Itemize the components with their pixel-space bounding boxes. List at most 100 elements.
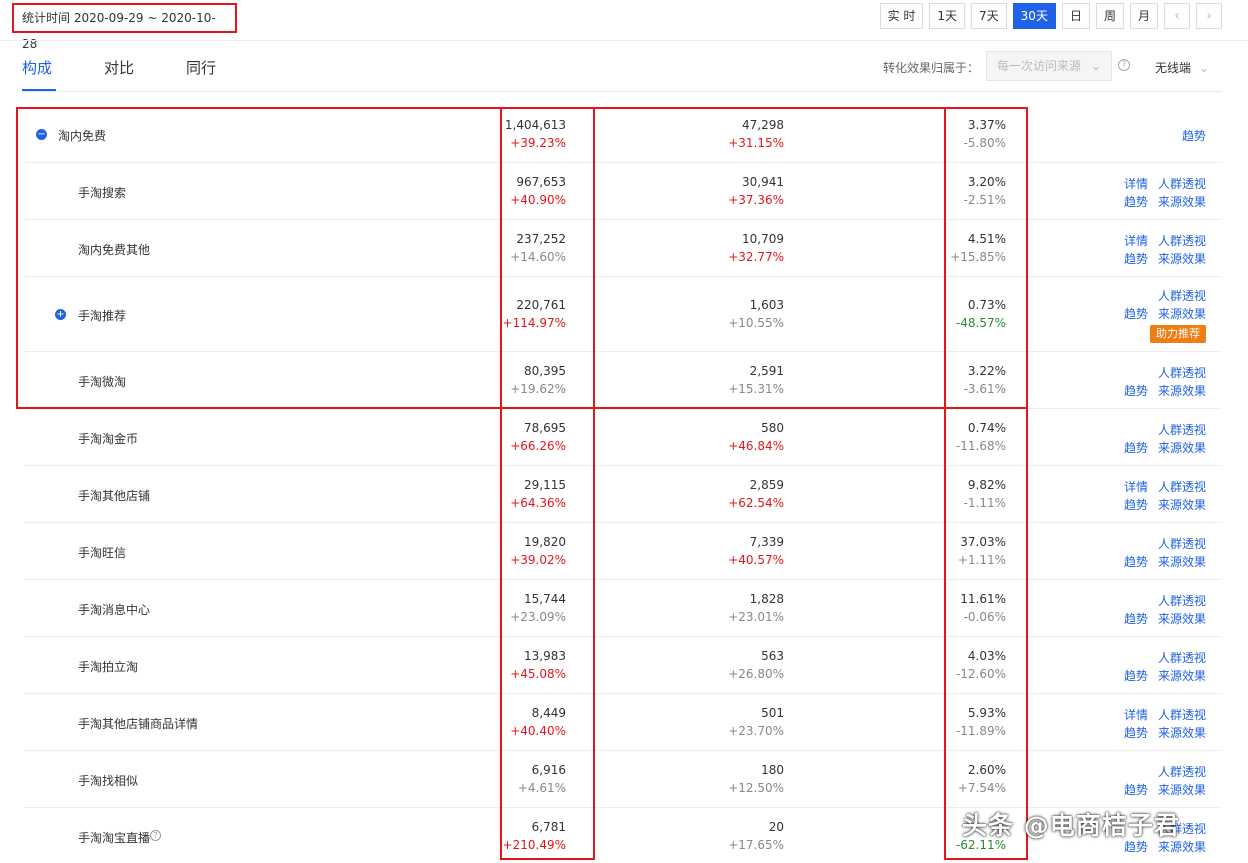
trend-link[interactable]: 趋势 xyxy=(1124,726,1148,740)
metric-change: +40.90% xyxy=(510,192,566,207)
expand-icon[interactable]: + xyxy=(55,308,66,320)
source-effect-link[interactable]: 来源效果 xyxy=(1158,384,1206,398)
metric-value: 2.60% xyxy=(967,762,1006,777)
table-row: 手淘搜索 967,653 +40.90% 30,941 +37.36% 3.20% -2.5… xyxy=(24,163,1222,220)
metric-change: +40.40% xyxy=(510,723,566,738)
source-name: 手淘旺信 xyxy=(78,545,127,560)
source-name: 手淘其他店铺 xyxy=(78,488,151,503)
row-actions: 详情 人群透视 趋势 来源效果 xyxy=(1106,175,1206,211)
metric-change: +23.70% xyxy=(728,723,784,738)
metric-value: 20 xyxy=(768,819,784,834)
metric-value: 80,395 xyxy=(524,363,566,378)
detail-link[interactable]: 详情 xyxy=(1124,708,1148,722)
period-selector: 实 时 1天 7天 30天 日 周 月 ‹ › xyxy=(879,3,1222,29)
row-actions: 详情 人群透视 趋势 来源效果 xyxy=(1106,232,1206,268)
metric-change: +17.65% xyxy=(728,837,784,852)
detail-link[interactable]: 详情 xyxy=(1124,234,1148,248)
audience-link[interactable]: 人群透视 xyxy=(1158,366,1206,380)
metric-change: +32.77% xyxy=(728,249,784,264)
metric-change: +39.02% xyxy=(510,552,566,567)
period-1day-button[interactable]: 1天 xyxy=(929,3,966,29)
metric-change: +46.84% xyxy=(728,438,784,453)
source-effect-link[interactable]: 来源效果 xyxy=(1158,307,1206,321)
metric-value: 3.20% xyxy=(967,174,1006,189)
tab-composition[interactable]: 构成 xyxy=(22,57,52,78)
trend-link[interactable]: 趋势 xyxy=(1124,783,1148,797)
metric-change: +39.23% xyxy=(510,135,566,150)
row-actions: 详情 人群透视 趋势 来源效果 xyxy=(1106,706,1206,742)
metric-change: +14.60% xyxy=(510,249,566,264)
chevron-left-icon[interactable]: ‹ xyxy=(1164,3,1190,29)
audience-link[interactable]: 人群透视 xyxy=(1158,177,1206,191)
date-range: 统计时间 2020-09-29 ~ 2020-10-28 xyxy=(12,3,237,51)
metric-change: +4.61% xyxy=(517,780,566,795)
period-week-button[interactable]: 周 xyxy=(1095,3,1124,29)
period-day-button[interactable]: 日 xyxy=(1061,3,1090,29)
metric-change: +26.80% xyxy=(728,666,784,681)
metric-value: 237,252 xyxy=(516,231,566,246)
table-row: 淘内免费其他 237,252 +14.60% 10,709 +32.77% 4.51% +1… xyxy=(24,220,1222,277)
source-name: 手淘淘金币 xyxy=(78,431,139,446)
metric-change: -2.51% xyxy=(963,192,1006,207)
tab-peers[interactable]: 同行 xyxy=(186,57,216,78)
metric-value: 78,695 xyxy=(524,420,566,435)
detail-link[interactable]: 详情 xyxy=(1124,480,1148,494)
audience-link[interactable]: 人群透视 xyxy=(1158,708,1206,722)
attribution-select[interactable]: 每一次访问来源 ⌄ xyxy=(986,51,1112,81)
metric-value: 9.82% xyxy=(967,477,1006,492)
period-realtime-button[interactable]: 实 时 xyxy=(879,3,924,29)
trend-link[interactable]: 趋势 xyxy=(1124,441,1148,455)
tab-compare[interactable]: 对比 xyxy=(104,57,134,78)
boost-tag[interactable]: 助力推荐 xyxy=(1150,325,1206,343)
trend-link[interactable]: 趋势 xyxy=(1124,555,1148,569)
audience-link[interactable]: 人群透视 xyxy=(1158,289,1206,303)
metric-value: 6,781 xyxy=(531,819,566,834)
trend-link[interactable]: 趋势 xyxy=(1182,129,1206,143)
audience-link[interactable]: 人群透视 xyxy=(1158,651,1206,665)
source-effect-link[interactable]: 来源效果 xyxy=(1158,612,1206,626)
source-effect-link[interactable]: 来源效果 xyxy=(1158,195,1206,209)
table-row: 手淘其他店铺 29,115 +64.36% 2,859 +62.54% 9.82% -1.1… xyxy=(24,466,1222,523)
audience-link[interactable]: 人群透视 xyxy=(1158,594,1206,608)
period-30day-button[interactable]: 30天 xyxy=(1012,3,1056,29)
source-effect-link[interactable]: 来源效果 xyxy=(1158,252,1206,266)
trend-link[interactable]: 趋势 xyxy=(1124,307,1148,321)
source-effect-link[interactable]: 来源效果 xyxy=(1158,498,1206,512)
metric-change: -5.80% xyxy=(963,135,1006,150)
source-effect-link[interactable]: 来源效果 xyxy=(1158,441,1206,455)
period-7day-button[interactable]: 7天 xyxy=(971,3,1007,29)
metric-value: 3.37% xyxy=(967,117,1006,132)
metric-value: 30,941 xyxy=(742,174,784,189)
detail-link[interactable]: 详情 xyxy=(1124,177,1148,191)
source-effect-link[interactable]: 来源效果 xyxy=(1158,669,1206,683)
source-name: 手淘推荐 xyxy=(78,308,127,323)
metric-change: +15.85% xyxy=(950,249,1006,264)
trend-link[interactable]: 趋势 xyxy=(1124,669,1148,683)
audience-link[interactable]: 人群透视 xyxy=(1158,234,1206,248)
source-effect-link[interactable]: 来源效果 xyxy=(1158,726,1206,740)
collapse-icon[interactable]: − xyxy=(36,128,47,140)
trend-link[interactable]: 趋势 xyxy=(1124,612,1148,626)
metric-change: +23.09% xyxy=(510,609,566,624)
audience-link[interactable]: 人群透视 xyxy=(1158,765,1206,779)
trend-link[interactable]: 趋势 xyxy=(1124,498,1148,512)
device-select[interactable]: 无线端 ⌄ xyxy=(1155,59,1209,76)
period-month-button[interactable]: 月 xyxy=(1129,3,1158,29)
source-effect-link[interactable]: 来源效果 xyxy=(1158,555,1206,569)
audience-link[interactable]: 人群透视 xyxy=(1158,480,1206,494)
source-effect-link[interactable]: 来源效果 xyxy=(1158,783,1206,797)
trend-link[interactable]: 趋势 xyxy=(1124,384,1148,398)
table-row: 手淘其他店铺商品详情 8,449 +40.40% 501 +23.70% 5.93% -11… xyxy=(24,694,1222,751)
table-row: 手淘旺信 19,820 +39.02% 7,339 +40.57% 37.03% +1.11… xyxy=(24,523,1222,580)
audience-link[interactable]: 人群透视 xyxy=(1158,423,1206,437)
trend-link[interactable]: 趋势 xyxy=(1124,252,1148,266)
metric-value: 0.74% xyxy=(967,420,1006,435)
trend-link[interactable]: 趋势 xyxy=(1124,195,1148,209)
chevron-right-icon[interactable]: › xyxy=(1196,3,1222,29)
metric-change: +62.54% xyxy=(728,495,784,510)
help-icon[interactable]: ? xyxy=(1118,59,1130,71)
table-row: + 手淘推荐 220,761 +114.97% 1,603 +10.55% 0.73% -48… xyxy=(24,277,1222,352)
audience-link[interactable]: 人群透视 xyxy=(1158,537,1206,551)
row-actions: 人群透视 趋势 来源效果 xyxy=(1106,592,1206,628)
help-icon[interactable]: ? xyxy=(150,829,161,841)
